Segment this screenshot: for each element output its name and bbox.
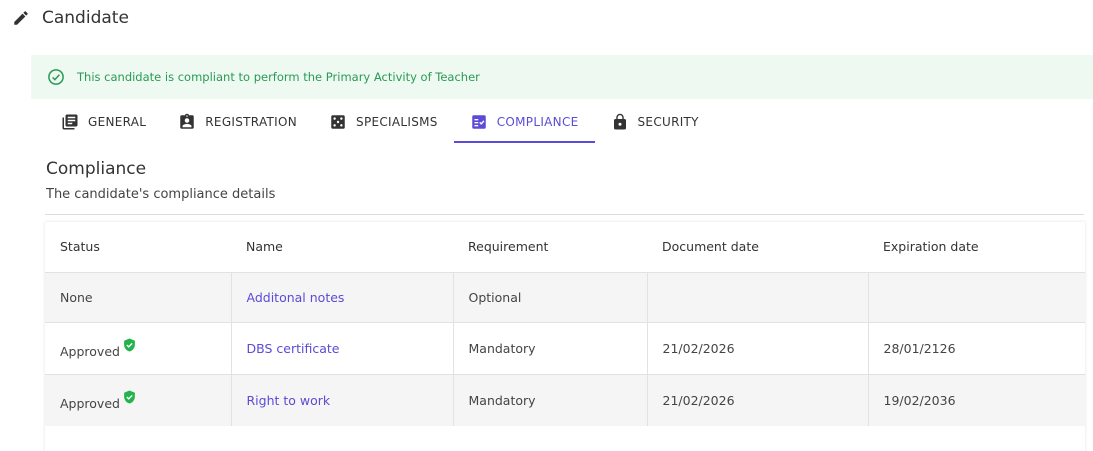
document-link[interactable]: Additonal notes bbox=[247, 290, 345, 305]
column-header-requirement[interactable]: Requirement bbox=[453, 222, 647, 273]
check-circle-icon bbox=[48, 69, 64, 85]
status-text: Approved bbox=[60, 395, 120, 411]
verified-shield-icon bbox=[124, 338, 135, 351]
column-header-document-date[interactable]: Document date bbox=[647, 222, 868, 273]
expiration-date-cell: 28/01/2126 bbox=[868, 322, 1085, 375]
tab-security[interactable]: SECURITY bbox=[595, 102, 715, 142]
status-text: Approved bbox=[60, 343, 120, 359]
tab-bar: GENERAL REGISTRATION SPECIALISMS COMPLIA… bbox=[45, 102, 715, 144]
document-link[interactable]: DBS certificate bbox=[247, 341, 340, 356]
document-link[interactable]: Right to work bbox=[247, 393, 331, 408]
compliance-alert: This candidate is compliant to perform t… bbox=[31, 55, 1093, 99]
document-date-cell: 21/02/2026 bbox=[647, 322, 869, 375]
requirement-cell: Optional bbox=[453, 272, 648, 323]
dice-icon bbox=[331, 115, 345, 129]
status-cell: None bbox=[45, 272, 232, 323]
verified-shield-icon bbox=[124, 390, 135, 404]
tab-general[interactable]: GENERAL bbox=[45, 102, 162, 142]
document-date-cell bbox=[647, 272, 869, 323]
page-header: Candidate bbox=[12, 6, 129, 30]
column-header-name[interactable]: Name bbox=[231, 222, 453, 273]
divider bbox=[45, 214, 1084, 215]
pencil-icon[interactable] bbox=[12, 9, 30, 27]
tab-label: SPECIALISMS bbox=[356, 115, 438, 129]
tab-label: REGISTRATION bbox=[205, 115, 298, 129]
tab-label: COMPLIANCE bbox=[496, 115, 579, 129]
requirement-cell: Mandatory bbox=[453, 322, 648, 375]
document-list-icon bbox=[62, 114, 78, 130]
checklist-icon bbox=[471, 115, 486, 129]
status-cell: Approved bbox=[45, 374, 232, 426]
column-header-expiration-date[interactable]: Expiration date bbox=[868, 222, 1085, 273]
name-cell: Right to work bbox=[231, 374, 454, 426]
alert-message: This candidate is compliant to perform t… bbox=[77, 70, 480, 84]
tab-label: GENERAL bbox=[88, 115, 147, 129]
expiration-date-cell: 19/02/2036 bbox=[868, 374, 1085, 426]
table-header-row: Status Name Requirement Document date Ex… bbox=[45, 222, 1085, 273]
compliance-table-container: Status Name Requirement Document date Ex… bbox=[45, 222, 1085, 451]
status-cell: Approved bbox=[45, 322, 232, 375]
section-subtitle: The candidate's compliance details bbox=[46, 187, 276, 202]
section-title: Compliance bbox=[46, 159, 147, 179]
page-title: Candidate bbox=[42, 8, 129, 28]
table-row[interactable]: Approved DBS certificate Mandatory 21/02… bbox=[45, 322, 1085, 375]
tab-label: SECURITY bbox=[637, 115, 699, 129]
table-row[interactable]: Approved Right to work Mandatory 21/02/2… bbox=[45, 374, 1085, 426]
column-header-status[interactable]: Status bbox=[45, 222, 231, 273]
table-row[interactable]: None Additonal notes Optional bbox=[45, 272, 1085, 323]
lock-icon bbox=[613, 113, 626, 130]
name-cell: Additonal notes bbox=[231, 272, 454, 323]
id-badge-icon bbox=[180, 113, 195, 129]
tab-specialisms[interactable]: SPECIALISMS bbox=[313, 102, 454, 142]
name-cell: DBS certificate bbox=[231, 322, 454, 375]
document-date-cell: 21/02/2026 bbox=[647, 374, 869, 426]
status-text: None bbox=[60, 289, 93, 305]
compliance-table: Status Name Requirement Document date Ex… bbox=[45, 222, 1085, 426]
tab-compliance[interactable]: COMPLIANCE bbox=[453, 102, 595, 143]
tab-registration[interactable]: REGISTRATION bbox=[162, 102, 313, 142]
requirement-cell: Mandatory bbox=[453, 374, 648, 426]
expiration-date-cell bbox=[868, 272, 1085, 323]
